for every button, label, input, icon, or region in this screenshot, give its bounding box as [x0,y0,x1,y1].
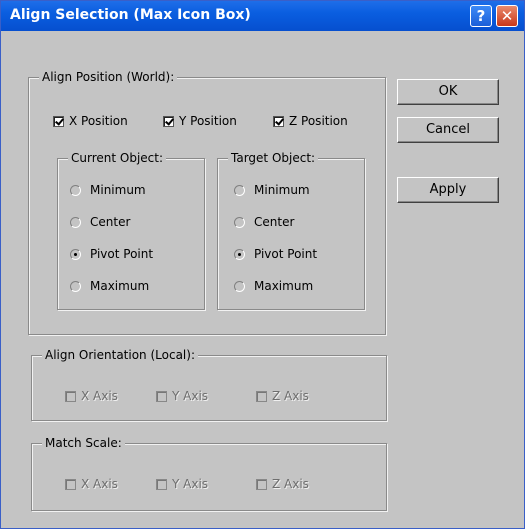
radio-dot[interactable] [70,248,81,260]
align-selection-dialog: Align Selection (Max Icon Box) ? ✕ Align… [0,0,525,529]
checkbox-box[interactable] [273,115,284,127]
checkbox-box[interactable] [65,478,76,490]
align-orientation-legend: Align Orientation (Local): [42,348,198,362]
checkbox-box[interactable] [53,115,64,127]
radio-label: Minimum [90,183,146,197]
radio-label: Center [254,215,295,229]
close-button[interactable]: ✕ [496,5,518,27]
y-position-checkbox[interactable]: Y Position [163,114,237,128]
target-maximum-radio[interactable]: Maximum [234,279,313,293]
orientation-y-axis-label: Y Axis [172,389,209,403]
current-minimum-radio[interactable]: Minimum [70,183,146,197]
radio-dot[interactable] [234,248,245,260]
checkbox-box[interactable] [156,390,167,402]
radio-label: Maximum [254,279,314,293]
radio-dot[interactable] [70,216,81,228]
current-maximum-radio[interactable]: Maximum [70,279,149,293]
orientation-z-axis-label: Z Axis [272,389,309,403]
current-object-group: Current Object: Minimum Center Pivot Poi… [57,151,205,310]
radio-label: Pivot Point [90,247,154,261]
radio-label: Pivot Point [254,247,318,261]
cancel-button[interactable]: Cancel [397,117,499,143]
orientation-z-axis-checkbox[interactable]: Z Axis [256,389,309,403]
x-position-checkbox[interactable]: X Position [53,114,128,128]
radio-dot[interactable] [70,184,81,196]
radio-label: Maximum [90,279,150,293]
checkbox-box[interactable] [156,478,167,490]
target-center-radio[interactable]: Center [234,215,294,229]
scale-y-axis-checkbox[interactable]: Y Axis [156,477,208,491]
radio-label: Minimum [254,183,310,197]
current-center-radio[interactable]: Center [70,215,130,229]
title-bar[interactable]: Align Selection (Max Icon Box) ? ✕ [1,1,524,31]
radio-dot[interactable] [234,280,245,292]
align-position-group: Align Position (World): X Position Y Pos… [28,70,386,335]
x-position-label: X Position [69,114,128,128]
scale-x-axis-checkbox[interactable]: X Axis [65,477,118,491]
orientation-y-axis-checkbox[interactable]: Y Axis [156,389,208,403]
match-scale-legend: Match Scale: [42,436,125,450]
ok-button[interactable]: OK [397,79,499,105]
radio-dot[interactable] [234,216,245,228]
orientation-x-axis-checkbox[interactable]: X Axis [65,389,118,403]
current-object-legend: Current Object: [68,151,167,165]
radio-dot[interactable] [234,184,245,196]
target-pivot-point-radio[interactable]: Pivot Point [234,247,317,261]
checkbox-box[interactable] [256,390,267,402]
apply-button[interactable]: Apply [397,177,499,203]
align-position-legend: Align Position (World): [39,70,178,84]
z-position-checkbox[interactable]: Z Position [273,114,348,128]
checkbox-box[interactable] [256,478,267,490]
scale-z-axis-label: Z Axis [272,477,309,491]
y-position-label: Y Position [179,114,237,128]
target-object-legend: Target Object: [228,151,319,165]
orientation-x-axis-label: X Axis [81,389,118,403]
match-scale-group: Match Scale: X Axis Y Axis Z Axis [31,436,387,511]
radio-dot[interactable] [70,280,81,292]
align-orientation-group: Align Orientation (Local): X Axis Y Axis… [31,348,387,421]
window-title: Align Selection (Max Icon Box) [10,7,251,23]
radio-label: Center [90,215,131,229]
target-object-group: Target Object: Minimum Center Pivot Poin… [217,151,365,310]
current-pivot-point-radio[interactable]: Pivot Point [70,247,153,261]
checkbox-box[interactable] [163,115,174,127]
scale-y-axis-label: Y Axis [172,477,209,491]
target-minimum-radio[interactable]: Minimum [234,183,310,197]
scale-x-axis-label: X Axis [81,477,118,491]
scale-z-axis-checkbox[interactable]: Z Axis [256,477,309,491]
help-button[interactable]: ? [470,5,492,27]
z-position-label: Z Position [289,114,348,128]
checkbox-box[interactable] [65,390,76,402]
